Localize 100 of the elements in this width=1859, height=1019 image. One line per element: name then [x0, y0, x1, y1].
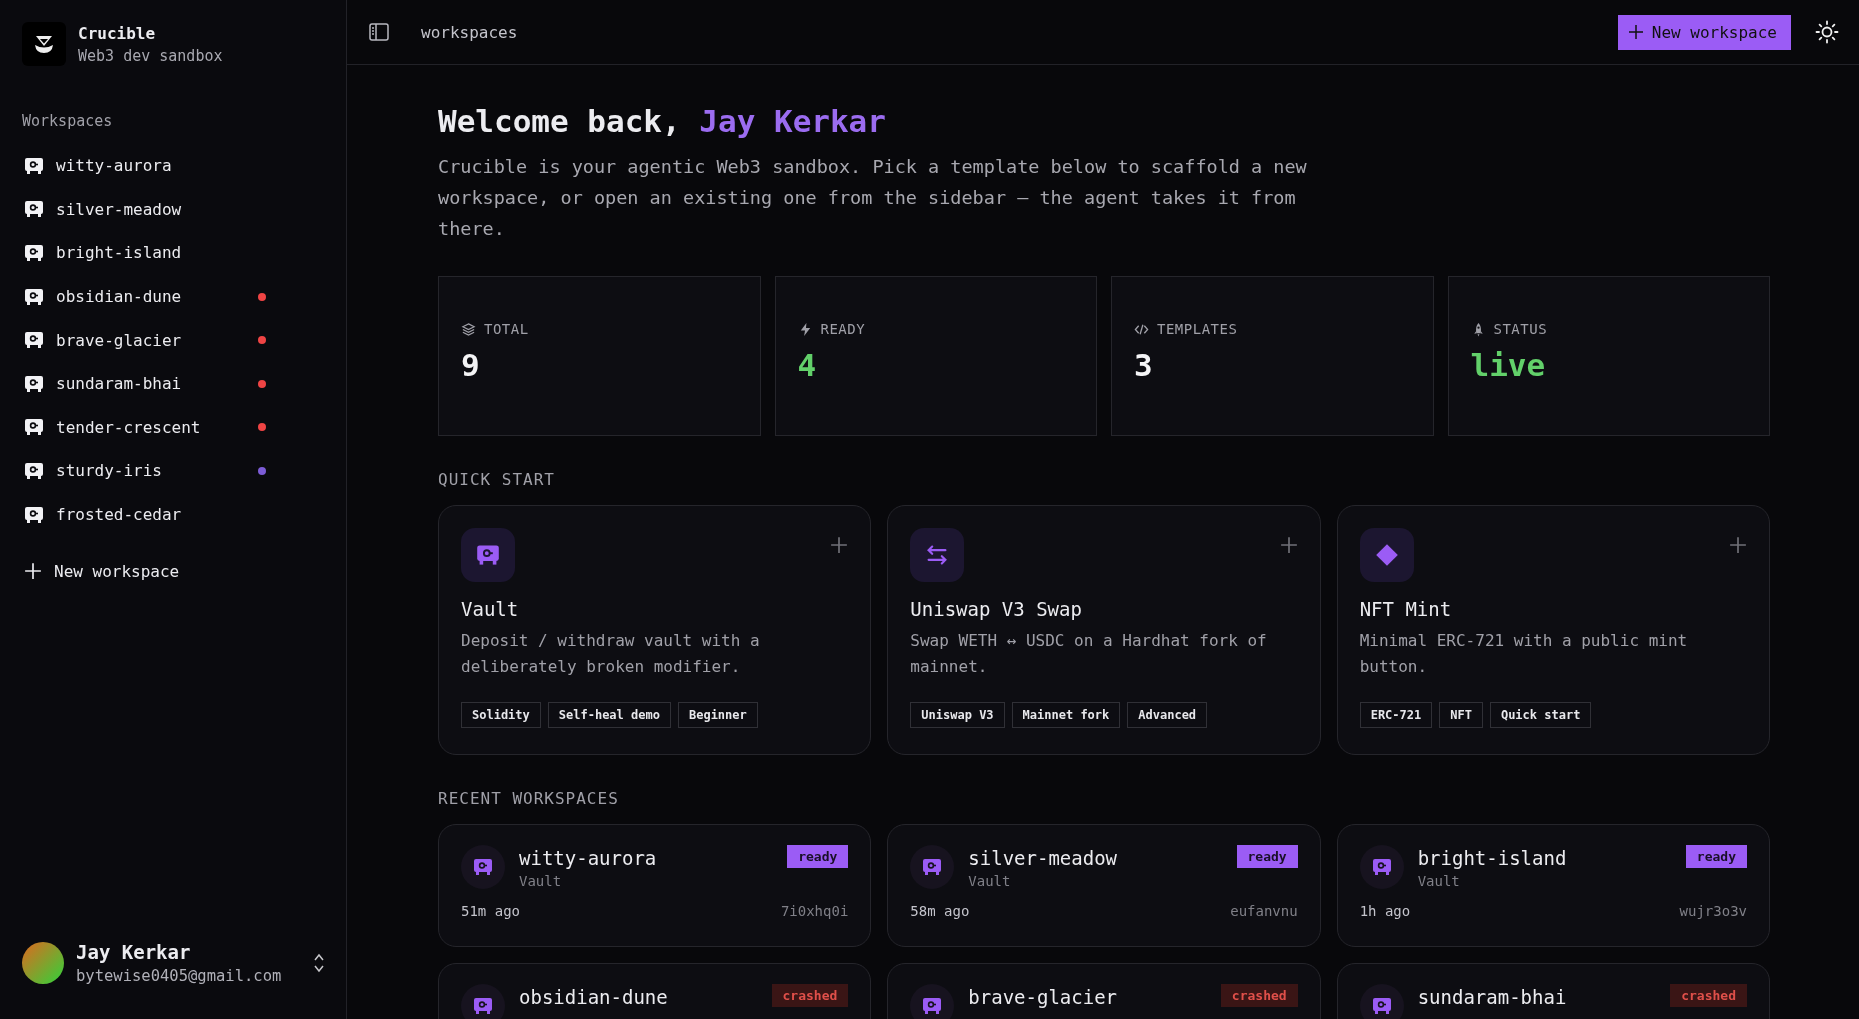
logo-icon — [22, 22, 66, 66]
template-card[interactable]: Uniswap V3 Swap Swap WETH ↔ USDC on a Hardhat fork of mainnet. Uniswap V3 Mainnet fork Advanced — [887, 505, 1321, 755]
safe-icon — [24, 505, 44, 524]
plus-icon — [830, 536, 849, 554]
section-heading: RECENT WORKSPACES — [438, 789, 620, 808]
sidebar-item[interactable]: bright-island — [56, 243, 182, 263]
avatar — [22, 942, 64, 984]
template-description: Minimal ERC-721 with a public mint button. — [1359, 630, 1689, 678]
section-heading: QUICK START — [438, 470, 556, 489]
safe-icon — [24, 287, 44, 306]
workspace-name: witty-aurora — [519, 847, 657, 869]
workspace-card[interactable]: brave-glacier crashed — [887, 963, 1321, 1019]
template-card[interactable]: NFT Mint Minimal ERC-721 with a public mint button. ERC-721 NFT Quick start — [1336, 505, 1770, 755]
tag: Solidity — [461, 702, 541, 728]
safe-icon — [1371, 997, 1392, 1015]
sidebar-item[interactable]: sundaram-bhai — [56, 374, 182, 394]
plus-icon — [1729, 536, 1747, 554]
tag: ERC-721 — [1359, 702, 1433, 728]
sun-icon[interactable] — [1815, 20, 1839, 44]
plus-icon — [1279, 536, 1298, 554]
workspace-name: brave-glacier — [968, 986, 1118, 1008]
status-badge: crashed — [1220, 984, 1298, 1007]
template-description: Swap WETH ↔ USDC on a Hardhat fork of mainnet. — [910, 630, 1268, 678]
workspace-card[interactable]: obsidian-dune crashed — [438, 963, 872, 1019]
template-title: Uniswap V3 Swap — [910, 598, 1083, 620]
user-name: Jay Kerkar — [699, 103, 886, 139]
section-heading: Workspaces — [22, 112, 114, 130]
template-title: NFT Mint — [1359, 598, 1453, 620]
sidebar-toggle-icon[interactable] — [369, 23, 389, 41]
status-badge: crashed — [771, 984, 849, 1007]
workspace-name: sundaram-bhai — [1417, 986, 1567, 1008]
stat-label: TEMPLATES — [1157, 321, 1238, 337]
sidebar-item[interactable]: witty-aurora — [56, 156, 172, 176]
user-email: bytewise0405@gmail.com — [76, 967, 282, 985]
workspace-template: Vault — [519, 873, 563, 889]
safe-icon — [24, 374, 44, 393]
user-name: Jay Kerkar — [76, 941, 192, 963]
tag: Beginner — [677, 702, 758, 728]
new-workspace-button[interactable]: New workspace — [22, 556, 180, 587]
workspace-card[interactable]: witty-aurora Vault ready 51m ago 7i0xhq0i — [438, 824, 872, 947]
chevrons-icon[interactable] — [313, 952, 326, 974]
workspace-card[interactable]: silver-meadow Vault ready 58m ago eufanvnu — [887, 824, 1321, 947]
workspace-time: 58m ago — [910, 903, 970, 919]
sidebar-item[interactable]: frosted-cedar — [56, 505, 182, 525]
safe-icon — [922, 858, 943, 876]
sidebar-item[interactable]: obsidian-dune — [56, 287, 182, 307]
workspace-id: eufanvnu — [1230, 903, 1298, 919]
template-title: Vault — [461, 598, 520, 620]
workspace-template: Vault — [968, 873, 1012, 889]
workspace-id: wujr3o3v — [1679, 903, 1747, 919]
tag: Advanced — [1127, 702, 1208, 728]
tag: Uniswap V3 — [910, 702, 1005, 728]
workspace-template: Vault — [1417, 873, 1461, 889]
safe-icon — [24, 331, 44, 350]
workspace-name: silver-meadow — [968, 847, 1118, 869]
workspace-name: bright-island — [1417, 847, 1567, 869]
plus-icon — [24, 562, 42, 581]
welcome-heading: Welcome back, — [438, 103, 681, 139]
stat-label: TOTAL — [484, 321, 529, 337]
template-description: Deposit / withdraw vault with a deliberately broken modifier. — [461, 630, 761, 678]
safe-icon — [476, 543, 500, 567]
app-tagline: Web3 dev sandbox — [78, 46, 223, 65]
template-card[interactable]: Vault Deposit / withdraw vault with a deliberately broken modifier. Solidity Self-heal demo Beginner — [438, 505, 872, 755]
stat-label: READY — [820, 321, 866, 337]
status-badge: ready — [1236, 845, 1298, 868]
tag: Self-heal demo — [547, 702, 671, 728]
sidebar-item[interactable]: tender-crescent — [56, 417, 201, 437]
safe-icon — [473, 997, 493, 1015]
safe-icon — [24, 461, 44, 480]
workspace-card[interactable]: bright-island Vault ready 1h ago wujr3o3v — [1336, 824, 1770, 947]
workspace-name: obsidian-dune — [519, 986, 668, 1008]
diamond-icon — [1374, 543, 1399, 567]
intro-text: Crucible is your agentic Web3 sandbox. Pick a template below to scaffold a new workspace, or open an existing one from the sidebar — the agent takes it from there. — [438, 155, 1308, 241]
stat-value: 4 — [797, 347, 818, 383]
app-name: Crucible — [78, 23, 157, 43]
sidebar-item[interactable]: silver-meadow — [56, 199, 182, 219]
plus-icon — [1627, 24, 1644, 40]
stat-label: STATUS — [1493, 321, 1548, 337]
sidebar-item[interactable]: sturdy-iris — [56, 461, 162, 481]
tag: NFT — [1439, 702, 1483, 728]
stat-value: live — [1470, 347, 1547, 383]
workspace-id: 7i0xhq0i — [780, 903, 849, 919]
safe-icon — [1371, 858, 1392, 876]
status-badge: ready — [787, 845, 849, 868]
stat-value: 9 — [461, 347, 481, 383]
safe-icon — [473, 858, 493, 876]
breadcrumb[interactable]: workspaces — [421, 22, 518, 42]
status-badge: crashed — [1670, 984, 1747, 1007]
workspace-card[interactable]: sundaram-bhai crashed — [1336, 963, 1770, 1019]
tag: Quick start — [1489, 702, 1592, 728]
safe-icon — [24, 418, 44, 437]
safe-icon — [922, 997, 943, 1015]
sidebar-item[interactable]: brave-glacier — [56, 330, 182, 350]
workspace-time: 1h ago — [1359, 903, 1411, 919]
tag: Mainnet fork — [1011, 702, 1121, 728]
safe-icon — [24, 244, 44, 262]
safe-icon — [24, 156, 44, 175]
layers-icon — [461, 321, 476, 337]
safe-icon — [24, 200, 44, 219]
new-workspace-button[interactable]: New workspace — [1617, 14, 1791, 50]
